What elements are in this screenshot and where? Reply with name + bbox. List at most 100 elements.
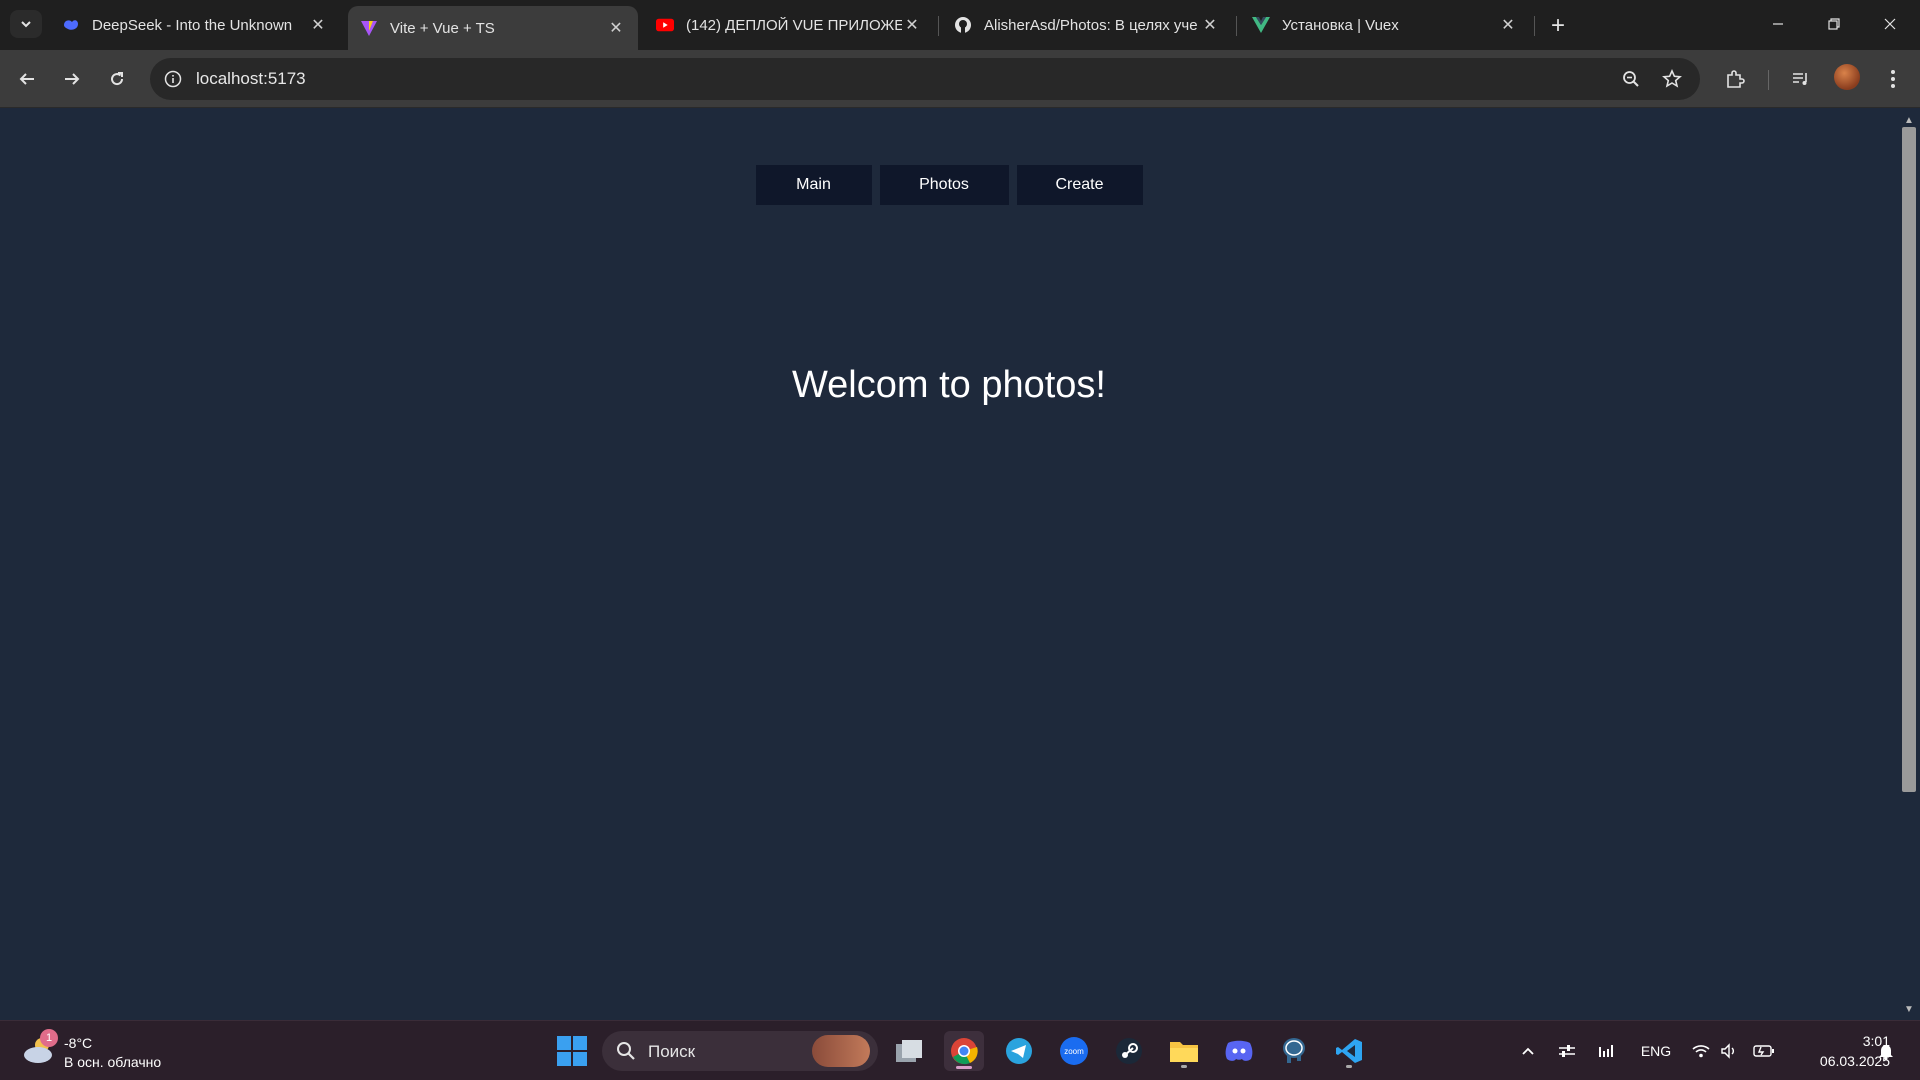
profile-avatar[interactable]	[1834, 64, 1860, 90]
address-bar[interactable]: localhost:5173	[150, 58, 1700, 100]
postgresql-icon	[1283, 1038, 1305, 1063]
welcome-heading: Welcom to photos!	[791, 364, 1106, 406]
running-app-indicator	[1346, 1065, 1352, 1068]
tab-separator	[1236, 16, 1237, 36]
search-placeholder: Поиск	[648, 1042, 696, 1061]
start-button[interactable]	[557, 1036, 587, 1066]
tray-settings-icon[interactable]	[1556, 1039, 1578, 1063]
scroll-down-arrow-icon[interactable]: ▼	[1902, 1002, 1916, 1016]
taskbar-app-files[interactable]	[889, 1031, 929, 1071]
volume-icon[interactable]	[1718, 1039, 1740, 1063]
zoom-icon: zoom	[1060, 1037, 1088, 1065]
taskbar-search[interactable]: Поиск	[602, 1031, 878, 1071]
windows-taskbar: 1 -8°C В осн. облачно Поиск zoom ENG 3:0…	[0, 1020, 1920, 1080]
page-content: Main Photos Create Welcom to photos!	[0, 109, 1898, 1020]
tab-deepseek[interactable]: DeepSeek - Into the Unknown ✕	[50, 6, 340, 44]
deepseek-icon	[62, 16, 80, 34]
minimize-button[interactable]	[1750, 0, 1806, 48]
nav-main-button[interactable]: Main	[755, 165, 872, 205]
restore-icon	[1828, 18, 1840, 30]
close-icon	[1884, 18, 1896, 30]
signal-bars-icon	[1599, 1045, 1613, 1057]
puzzle-icon	[1727, 70, 1745, 88]
steam-icon	[1116, 1038, 1142, 1064]
close-icon[interactable]: ✕	[1200, 15, 1220, 35]
toolbar-separator	[1768, 70, 1769, 90]
nav-photos-button[interactable]: Photos	[879, 165, 1009, 205]
scroll-up-arrow-icon[interactable]: ▲	[1902, 113, 1916, 127]
tab-vuex[interactable]: Установка | Vuex ✕	[1240, 6, 1530, 44]
forward-button[interactable]	[55, 62, 89, 96]
github-icon	[954, 16, 972, 34]
back-button[interactable]	[10, 62, 44, 96]
weather-description: В осн. облачно	[64, 1054, 162, 1070]
vscode-icon	[1336, 1039, 1362, 1063]
zoom-out-icon	[1623, 71, 1639, 87]
restore-button[interactable]	[1806, 0, 1862, 48]
bookmark-button[interactable]	[1655, 66, 1689, 92]
taskbar-app-chrome[interactable]	[944, 1031, 984, 1071]
minimize-icon	[1773, 23, 1783, 25]
zoom-label: zoom	[1064, 1047, 1084, 1056]
menu-button[interactable]	[1876, 62, 1910, 96]
telegram-icon	[1006, 1038, 1032, 1064]
new-tab-button[interactable]: +	[1544, 12, 1572, 40]
media-queue-icon	[1793, 73, 1807, 85]
scrollbar-thumb[interactable]	[1902, 127, 1916, 792]
weather-temperature: -8°C	[64, 1035, 93, 1051]
chrome-icon	[951, 1038, 978, 1065]
taskbar-app-explorer[interactable]	[1164, 1031, 1204, 1071]
more-vertical-icon	[1891, 70, 1895, 88]
tab-title: (142) ДЕПЛОЙ VUE ПРИЛОЖЕН	[686, 16, 902, 34]
tab-youtube[interactable]: (142) ДЕПЛОЙ VUE ПРИЛОЖЕН ✕	[644, 6, 934, 44]
taskbar-app-discord[interactable]	[1219, 1031, 1259, 1071]
youtube-icon	[656, 16, 674, 34]
taskbar-app-vscode[interactable]	[1329, 1031, 1369, 1071]
star-icon	[1662, 69, 1682, 88]
search-highlight-image	[812, 1035, 870, 1067]
windows-logo-tile	[573, 1052, 587, 1066]
close-icon[interactable]: ✕	[606, 18, 626, 38]
reload-button[interactable]	[100, 62, 134, 96]
windows-logo-tile	[573, 1036, 587, 1050]
battery-icon[interactable]	[1752, 1039, 1776, 1063]
language-indicator[interactable]: ENG	[1636, 1039, 1676, 1063]
media-control-button[interactable]	[1784, 62, 1818, 96]
browser-toolbar: localhost:5173	[0, 50, 1920, 108]
show-hidden-icons-button[interactable]	[1518, 1039, 1538, 1063]
close-icon[interactable]: ✕	[308, 15, 328, 35]
close-icon[interactable]: ✕	[902, 15, 922, 35]
url-text: localhost:5173	[196, 69, 306, 88]
tab-search-button[interactable]	[10, 10, 42, 38]
search-icon	[617, 1042, 635, 1060]
tab-github[interactable]: AlisherAsd/Photos: В целях уче ✕	[942, 6, 1232, 44]
tab-title: AlisherAsd/Photos: В целях уче	[984, 16, 1198, 34]
plus-icon: +	[1550, 12, 1565, 39]
notifications-icon[interactable]	[1874, 1039, 1898, 1063]
windows-logo-tile	[557, 1036, 571, 1050]
tab-title: DeepSeek - Into the Unknown	[92, 16, 293, 34]
vue-icon	[1252, 16, 1270, 34]
tab-separator	[1534, 16, 1535, 36]
file-manager-icon	[896, 1040, 922, 1062]
taskbar-app-postgresql[interactable]	[1274, 1031, 1314, 1071]
reload-icon	[111, 72, 124, 86]
zoom-button[interactable]	[1614, 66, 1648, 92]
tab-vite-vue-ts[interactable]: Vite + Vue + TS ✕	[348, 6, 638, 50]
taskbar-app-zoom[interactable]: zoom	[1054, 1031, 1094, 1071]
taskbar-app-steam[interactable]	[1109, 1031, 1149, 1071]
discord-icon	[1225, 1040, 1253, 1061]
browser-tab-strip: DeepSeek - Into the Unknown ✕ Vite + Vue…	[0, 0, 1920, 50]
close-icon[interactable]: ✕	[1498, 15, 1518, 35]
nav-create-button[interactable]: Create	[1016, 165, 1143, 205]
weather-widget[interactable]: 1 -8°C В осн. облачно	[22, 1029, 222, 1073]
close-window-button[interactable]	[1862, 0, 1918, 48]
sliders-icon	[1559, 1045, 1575, 1057]
extensions-button[interactable]	[1718, 62, 1752, 96]
running-app-indicator	[1181, 1065, 1187, 1068]
site-info-button[interactable]	[160, 66, 186, 92]
tray-audio-meter-icon[interactable]	[1596, 1039, 1618, 1063]
tab-title: Установка | Vuex	[1282, 16, 1399, 34]
taskbar-app-telegram[interactable]	[999, 1031, 1039, 1071]
wifi-icon[interactable]	[1690, 1039, 1712, 1063]
